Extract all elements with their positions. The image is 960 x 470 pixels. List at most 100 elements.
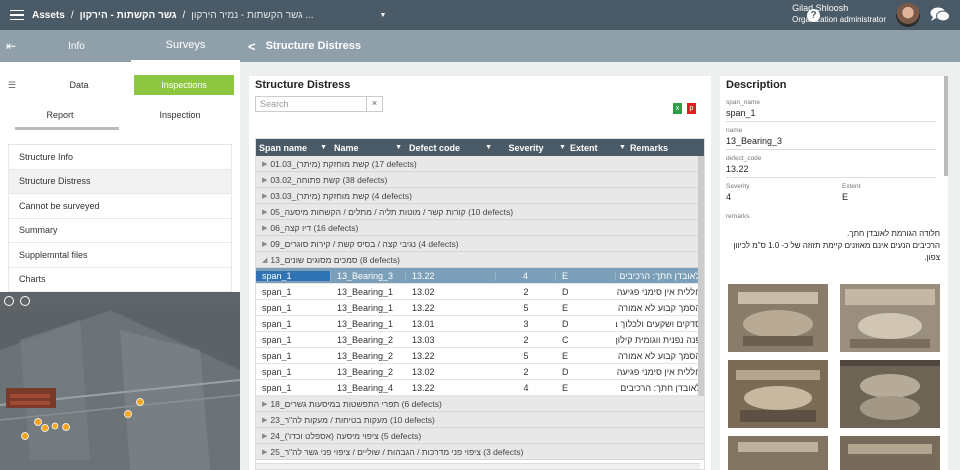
column-name[interactable]: Name ▼ xyxy=(331,139,406,156)
group-row[interactable]: ▶ 03.02_קשת פתוחה (38 defects) xyxy=(256,172,704,188)
tab-report-label: Report xyxy=(46,110,74,120)
group-row[interactable]: ▶ 09_נגיבי קצה / בסיס קשת / קירות סוגרים … xyxy=(256,236,704,252)
defect-photo[interactable] xyxy=(728,360,828,428)
group-row[interactable]: ▶ 23_מעקות בטיחות / מעקות לה"ר (10 defect… xyxy=(256,412,704,428)
left-tabs: ⇤ Info Surveys xyxy=(0,30,240,62)
hamburger-menu-icon[interactable] xyxy=(10,9,24,21)
expand-icon: ▶ xyxy=(262,416,268,424)
export-excel-icon[interactable]: x xyxy=(673,103,682,114)
table-row-selected[interactable]: span_1 13_Bearing_3 13.22 4 E לאובדן חתך: הרכ… xyxy=(256,268,704,284)
menu-item-structure-info[interactable]: Structure Info xyxy=(8,145,232,170)
table-row[interactable]: span_1 13_Bearing_1 13.02 2 D חללית אין סימני… xyxy=(256,284,704,300)
defect-photo[interactable] xyxy=(840,436,940,470)
breadcrumb-current[interactable]: גשר הקשתות - נמיר הירקון ... xyxy=(191,10,313,21)
table-row[interactable]: span_1 13_Bearing_2 13.03 2 C פנה נפנית ווגומ… xyxy=(256,332,704,348)
breadcrumb-bridge[interactable]: גשר הקשתות - הירקון xyxy=(80,10,177,21)
group-row[interactable]: ▶ 03.03_קשת מוחזקת (מיתר) (4 defects) xyxy=(256,188,704,204)
table-row[interactable]: span_1 13_Bearing_2 13.22 5 E הסמך קבוע לא אמ… xyxy=(256,348,704,364)
filter-icon: ▼ xyxy=(320,144,327,151)
defect-photo[interactable] xyxy=(728,284,828,352)
column-span-name[interactable]: Span name ▼ xyxy=(256,139,331,156)
export-pdf-icon[interactable]: p xyxy=(687,103,696,114)
filter-icon: ▼ xyxy=(395,144,402,151)
expand-icon: ▶ xyxy=(262,240,268,248)
photo-gallery xyxy=(728,284,940,470)
top-bar: Assets / גשר הקשתות - הירקון / גשר הקשתו… xyxy=(0,0,960,30)
tab-data[interactable]: Data xyxy=(24,80,134,90)
tab-info[interactable]: Info xyxy=(22,30,131,62)
expand-icon: ▶ xyxy=(262,400,268,408)
field-defect-code: defect_code 13.22 xyxy=(726,155,936,178)
expand-icon: ▶ xyxy=(262,224,268,232)
menu-item-summary[interactable]: Summary xyxy=(8,218,232,243)
active-tab-indicator xyxy=(15,127,119,130)
field-severity: Severity 4 xyxy=(726,183,750,202)
tab-inspection[interactable]: Inspection xyxy=(120,110,240,130)
section-menu: Structure Info Structure Distress Cannot… xyxy=(8,144,232,292)
viewer-toolbar xyxy=(0,292,240,310)
menu-item-supplemental-files[interactable]: Supplemntal files xyxy=(8,243,232,268)
tab-surveys[interactable]: Surveys xyxy=(131,30,240,62)
user-info[interactable]: Gilad Shloosh Organization administrator xyxy=(792,3,886,25)
column-severity[interactable]: Severity xyxy=(496,139,556,156)
expand-icon: ▶ xyxy=(262,432,268,440)
field-name: name 13_Bearing_3 xyxy=(726,127,936,150)
group-row[interactable]: ▶ 05_קורות קשר / מוטות תליה / מתלים / הקש… xyxy=(256,204,704,220)
column-defect-code[interactable]: Defect code ▼ xyxy=(406,139,496,156)
expand-icon: ▶ xyxy=(262,448,268,456)
chat-icon[interactable] xyxy=(930,7,950,23)
distress-table: Span name ▼ Name ▼ Defect code ▼ Severity ▼… xyxy=(255,138,705,470)
list-icon[interactable]: ☰ xyxy=(8,80,24,91)
column-remarks[interactable]: ▼ Remarks xyxy=(616,139,704,156)
description-scrollbar[interactable] xyxy=(944,76,948,176)
globe-icon[interactable] xyxy=(4,296,14,306)
tab-report[interactable]: Report xyxy=(0,110,120,130)
expand-icon: ▶ xyxy=(262,192,268,200)
avatar[interactable] xyxy=(896,3,920,27)
survey-subtabs: ☰ Data Inspections xyxy=(0,74,240,96)
defect-photo[interactable] xyxy=(728,436,828,470)
field-span-name: span_name span_1 xyxy=(726,99,936,122)
target-icon[interactable] xyxy=(20,296,30,306)
menu-item-cannot-be-surveyed[interactable]: Cannot be surveyed xyxy=(8,194,232,219)
3d-viewer[interactable] xyxy=(0,292,240,470)
group-row[interactable]: ▶ 06_דיו קצה (16 defects) xyxy=(256,220,704,236)
filter-icon: ▼ xyxy=(559,144,566,151)
group-row[interactable]: ▶ 18_תפרי התפשטות במיסעות גשרים (6 defect… xyxy=(256,396,704,412)
table-row[interactable]: span_1 13_Bearing_2 13.02 2 D חללית אין סימני… xyxy=(256,364,704,380)
clear-search-icon[interactable]: × xyxy=(366,96,382,112)
collapse-icon: ◢ xyxy=(262,256,268,264)
group-row[interactable]: ▶ 25_ציפוי פני מדרכות / הגבהות / שוליים /… xyxy=(256,444,704,460)
tab-inspections[interactable]: Inspections xyxy=(134,75,234,95)
group-row[interactable]: ▶ 01.03_קשת מוחזקת (מיתר) (17 defects) xyxy=(256,156,704,172)
group-row-expanded[interactable]: ◢ 13_סמכים מסוגים שונים (8 defects) xyxy=(256,252,704,268)
table-header: Span name ▼ Name ▼ Defect code ▼ Severity ▼… xyxy=(256,139,704,156)
user-name: Gilad Shloosh xyxy=(792,3,849,13)
menu-item-charts[interactable]: Charts xyxy=(8,267,232,292)
table-row[interactable]: span_1 13_Bearing_1 13.22 5 E הסמך קבוע לא אמ… xyxy=(256,300,704,316)
group-row[interactable]: ▶ 24_ציפוי מיסעה (אספלט וכדו') (5 defects… xyxy=(256,428,704,444)
description-title: Description xyxy=(726,79,787,91)
menu-item-structure-distress[interactable]: Structure Distress xyxy=(8,169,232,194)
horizontal-scrollbar[interactable] xyxy=(256,463,700,469)
expand-icon: ▶ xyxy=(262,208,268,216)
panel-title: Structure Distress xyxy=(255,79,351,91)
defect-photo[interactable] xyxy=(840,284,940,352)
bridge-model[interactable] xyxy=(0,310,240,470)
table-row[interactable]: span_1 13_Bearing_1 13.01 3 D סדקים ושקעים ול… xyxy=(256,316,704,332)
field-remarks-label: remarks xyxy=(726,213,750,220)
table-row[interactable]: span_1 13_Bearing_4 13.22 4 E לאובדן חתך: הרכ… xyxy=(256,380,704,396)
column-extent[interactable]: ▼ Extent xyxy=(556,139,616,156)
search-input[interactable]: Search × xyxy=(255,96,383,112)
expand-icon: ▶ xyxy=(262,176,268,184)
distress-panel: Structure Distress Search × x p Span nam… xyxy=(249,76,711,470)
main-header-title: Structure Distress xyxy=(265,40,361,52)
expand-icon: ▶ xyxy=(262,160,268,168)
vertical-scrollbar[interactable] xyxy=(698,156,704,396)
defect-photo[interactable] xyxy=(840,360,940,428)
breadcrumb-assets[interactable]: Assets xyxy=(32,10,65,21)
chevron-down-icon[interactable]: ▼ xyxy=(380,12,387,19)
collapse-panel-icon[interactable]: ⇤ xyxy=(0,30,22,62)
filter-icon: ▼ xyxy=(485,144,492,151)
back-arrow-icon[interactable]: < xyxy=(248,39,256,54)
